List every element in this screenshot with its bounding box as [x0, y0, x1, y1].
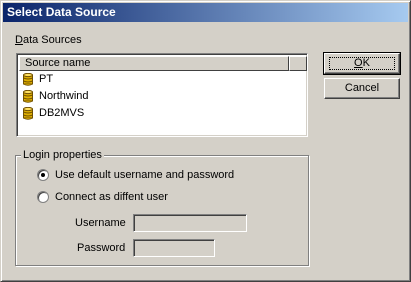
column-header-source-name[interactable]: Source name	[19, 56, 289, 71]
database-icon	[23, 90, 33, 103]
column-header-filler	[289, 56, 307, 71]
username-label: Username	[75, 217, 126, 229]
ok-button[interactable]: OK	[323, 52, 401, 75]
password-label: Password	[77, 242, 126, 254]
radio-selected-dot	[41, 173, 45, 177]
radio-different-user[interactable]	[37, 191, 49, 203]
database-icon	[23, 73, 33, 86]
focus-rectangle	[329, 57, 395, 70]
data-source-list[interactable]: Source name PT Northwind DB2MVS	[16, 53, 308, 137]
cancel-button[interactable]: Cancel	[324, 78, 400, 99]
title-bar[interactable]: Select Data Source	[3, 3, 408, 22]
list-header: Source name	[19, 56, 307, 71]
select-data-source-dialog: Select Data Source Data Sources Source n…	[0, 0, 411, 282]
radio-different-user-label[interactable]: Connect as diffent user	[55, 191, 168, 203]
radio-default-credentials[interactable]	[37, 169, 49, 181]
window-title: Select Data Source	[7, 5, 116, 19]
database-icon	[23, 107, 33, 120]
login-properties-legend: Login properties	[21, 149, 104, 161]
data-sources-label: Data Sources	[15, 34, 82, 46]
radio-default-credentials-label[interactable]: Use default username and password	[55, 169, 234, 181]
password-field[interactable]	[133, 239, 215, 257]
username-field[interactable]	[133, 214, 247, 232]
